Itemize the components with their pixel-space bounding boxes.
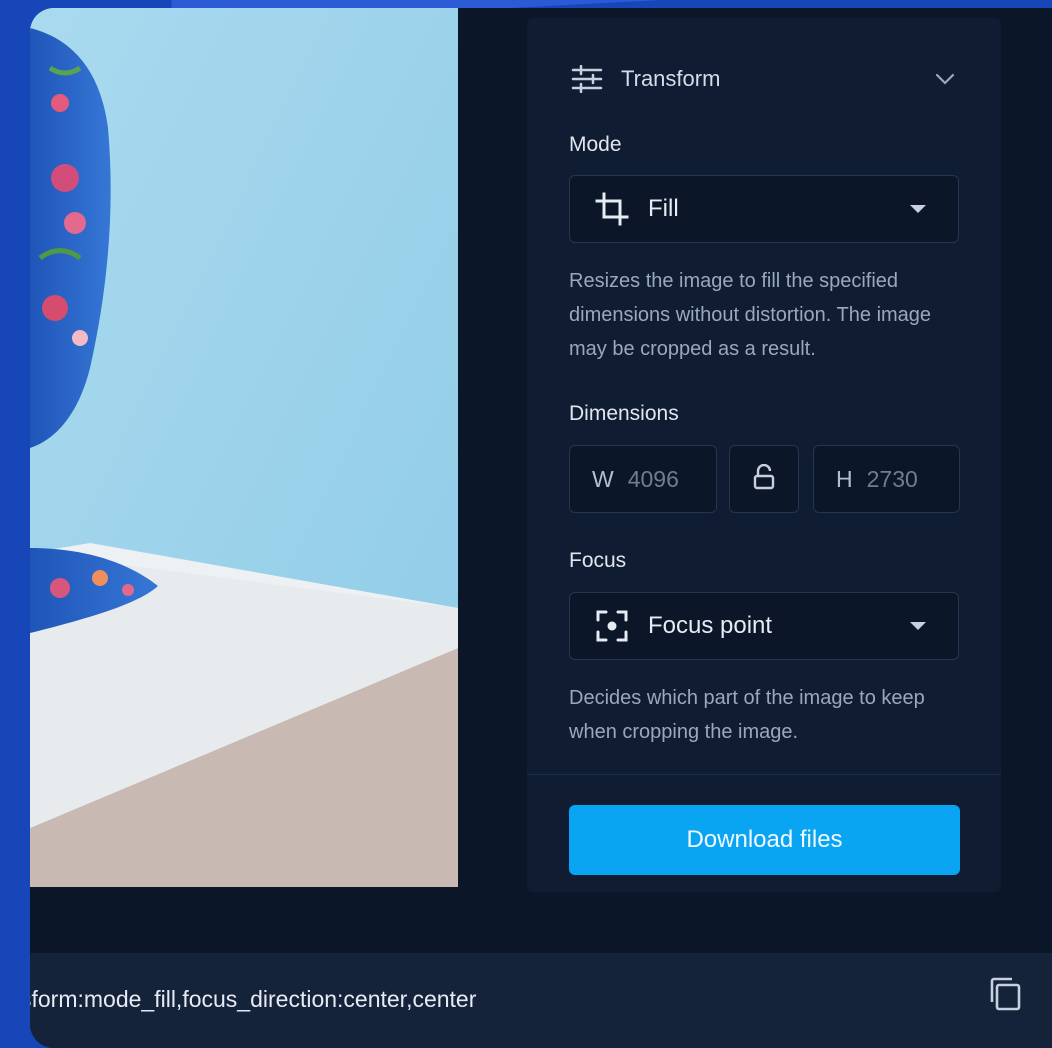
width-prefix: W [592, 465, 614, 492]
height-prefix: H [836, 465, 853, 492]
height-input[interactable]: H 2730 [813, 445, 960, 513]
caret-down-icon [910, 205, 926, 213]
focus-label: Focus [569, 549, 627, 572]
focus-select[interactable]: Focus point [569, 592, 959, 660]
mode-description: Resizes the image to fill the specified … [569, 270, 932, 360]
panel-divider [527, 774, 1001, 775]
width-value: 4096 [627, 465, 679, 492]
focus-value: Focus point [648, 612, 773, 639]
height-value: 2730 [866, 465, 918, 492]
transform-section-title: Transform [621, 66, 721, 91]
image-preview [30, 8, 458, 887]
transform-section-header[interactable]: Transform [571, 62, 957, 96]
sliders-icon [571, 62, 607, 96]
crop-icon [590, 192, 634, 226]
lock-open-icon [753, 463, 775, 495]
transform-panel: Transform Mode Fill Resizes the image to… [527, 18, 1001, 892]
settings-column: Transform Mode Fill Resizes the image to… [458, 8, 1052, 953]
app-window: Transform Mode Fill Resizes the image to… [30, 8, 1052, 1048]
chevron-down-icon [933, 67, 957, 91]
mode-label: Mode [569, 133, 622, 156]
caret-down-icon [910, 622, 926, 630]
transform-url-text[interactable]: sform:mode_fill,focus_direction:center,c… [30, 986, 476, 1013]
aspect-lock-toggle[interactable] [729, 445, 799, 513]
download-files-button[interactable]: Download files [569, 805, 960, 875]
focus-point-icon [590, 609, 634, 643]
focus-description: Decides which part of the image to keep … [569, 687, 925, 743]
dimensions-label: Dimensions [569, 402, 679, 425]
mode-select[interactable]: Fill [569, 175, 959, 243]
copy-icon[interactable] [988, 976, 1022, 1017]
mode-value: Fill [648, 195, 679, 222]
width-input[interactable]: W 4096 [569, 445, 717, 513]
